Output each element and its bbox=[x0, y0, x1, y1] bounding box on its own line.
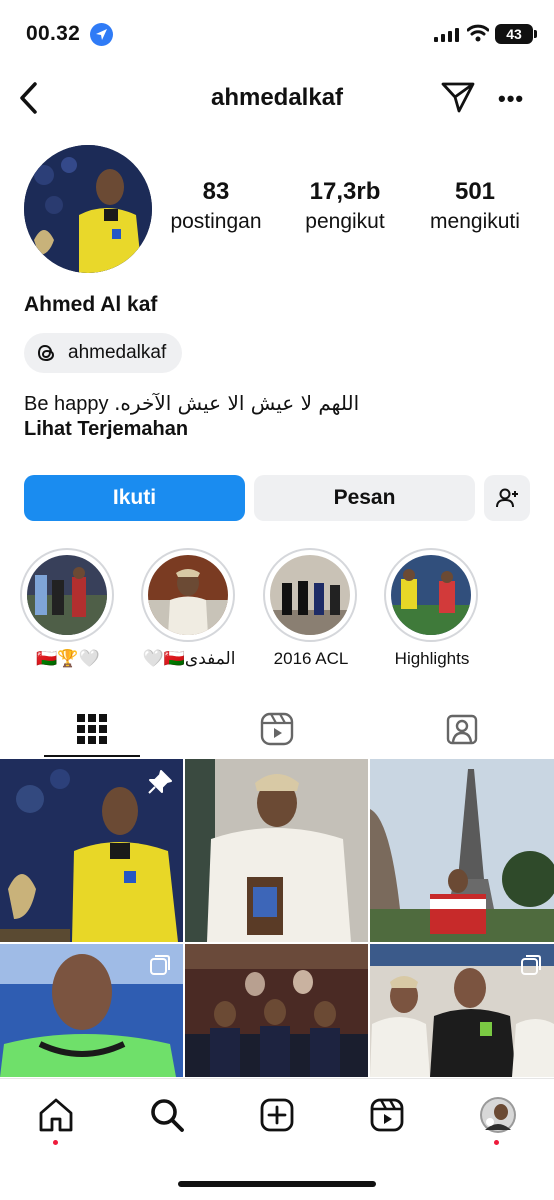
carousel-icon bbox=[521, 955, 541, 975]
stat-followers-label: pengikut bbox=[305, 210, 385, 233]
status-bar: 00.32 43 bbox=[0, 0, 554, 68]
nav-create[interactable] bbox=[257, 1095, 297, 1135]
threads-handle: ahmedalkaf bbox=[68, 342, 167, 363]
highlight-item[interactable]: Highlights bbox=[384, 548, 480, 668]
posts-grid bbox=[0, 759, 554, 1077]
follow-button[interactable]: Ikuti bbox=[24, 475, 245, 521]
post-thumbnail[interactable] bbox=[185, 759, 368, 942]
highlight-item[interactable]: 🇴🇲🏆🤍 bbox=[20, 548, 116, 668]
paper-plane-icon bbox=[441, 82, 475, 113]
message-button[interactable]: Pesan bbox=[254, 475, 475, 521]
active-tab-indicator bbox=[44, 755, 140, 757]
stat-posts[interactable]: 83 postingan bbox=[160, 178, 272, 234]
profile-tabs bbox=[0, 700, 554, 758]
stat-followers-value: 17,3rb bbox=[309, 178, 381, 205]
nav-reels[interactable] bbox=[367, 1095, 407, 1135]
search-icon bbox=[151, 1099, 184, 1132]
send-message-button[interactable] bbox=[440, 80, 476, 119]
stat-followers[interactable]: 17,3rb pengikut bbox=[290, 178, 400, 234]
post-thumbnail[interactable] bbox=[0, 759, 183, 942]
threads-badge[interactable]: ahmedalkaf bbox=[24, 333, 183, 373]
highlight-cover bbox=[27, 555, 107, 635]
highlight-item[interactable]: المفدى🇴🇲🤍 bbox=[141, 548, 237, 668]
stat-following[interactable]: 501 mengikuti bbox=[416, 178, 534, 234]
status-time: 00.32 bbox=[26, 22, 81, 45]
profile-bio: Be happy اللهم لا عيش الا عيش الآخره. bbox=[24, 390, 359, 417]
grid-icon bbox=[77, 714, 107, 744]
highlight-cover bbox=[391, 555, 471, 635]
cellular-signal-icon bbox=[434, 28, 459, 42]
profile-avatar-icon bbox=[480, 1097, 516, 1133]
reels-icon bbox=[370, 1098, 404, 1132]
nav-search[interactable] bbox=[147, 1095, 187, 1135]
tab-reels[interactable] bbox=[229, 700, 325, 758]
post-thumbnail[interactable] bbox=[370, 759, 554, 942]
highlight-label: 2016 ACL bbox=[273, 649, 349, 668]
stat-following-value: 501 bbox=[454, 178, 496, 205]
profile-name: Ahmed Al kaf bbox=[24, 293, 158, 316]
highlight-label: 🇴🇲🏆🤍 bbox=[36, 649, 100, 668]
threads-icon bbox=[37, 344, 55, 362]
plus-square-icon bbox=[260, 1098, 294, 1132]
nav-profile[interactable] bbox=[478, 1095, 518, 1135]
profile-avatar[interactable] bbox=[24, 145, 152, 273]
post-thumbnail[interactable] bbox=[370, 944, 554, 1077]
highlight-cover bbox=[270, 555, 350, 635]
highlight-label: Highlights bbox=[394, 649, 470, 668]
more-options-button[interactable]: ••• bbox=[498, 86, 524, 112]
home-notification-dot bbox=[53, 1140, 58, 1145]
home-icon bbox=[39, 1098, 73, 1132]
post-thumbnail[interactable] bbox=[185, 944, 368, 1077]
stat-posts-label: postingan bbox=[170, 210, 262, 233]
highlight-cover bbox=[148, 555, 228, 635]
post-thumbnail[interactable] bbox=[0, 944, 183, 1077]
profile-notification-dot bbox=[494, 1140, 499, 1145]
nav-home[interactable] bbox=[36, 1095, 76, 1135]
bio-english: Be happy bbox=[24, 393, 109, 415]
add-person-icon bbox=[496, 488, 518, 508]
tagged-person-icon bbox=[446, 714, 478, 745]
see-translation-link[interactable]: Lihat Terjemahan bbox=[24, 418, 188, 441]
bio-arabic: اللهم لا عيش الا عيش الآخره. bbox=[114, 391, 360, 415]
profile-stats: 83 postingan 17,3rb pengikut 501 mengiku… bbox=[160, 178, 540, 248]
highlight-label: المفدى🇴🇲🤍 bbox=[142, 649, 236, 668]
wifi-icon bbox=[466, 24, 490, 47]
pinned-icon bbox=[148, 770, 172, 794]
carousel-icon bbox=[150, 955, 170, 975]
tab-posts-grid[interactable] bbox=[44, 700, 140, 758]
location-arrow-icon bbox=[90, 23, 113, 46]
stat-posts-value: 83 bbox=[202, 178, 230, 205]
tab-tagged[interactable] bbox=[414, 700, 510, 758]
home-indicator bbox=[178, 1181, 376, 1187]
highlight-item[interactable]: 2016 ACL bbox=[263, 548, 359, 668]
battery-icon: 43 bbox=[495, 24, 537, 44]
stat-following-label: mengikuti bbox=[430, 210, 520, 233]
reels-icon bbox=[260, 712, 294, 746]
suggested-users-button[interactable] bbox=[484, 475, 530, 521]
profile-header: ahmedalkaf ••• bbox=[0, 72, 554, 124]
